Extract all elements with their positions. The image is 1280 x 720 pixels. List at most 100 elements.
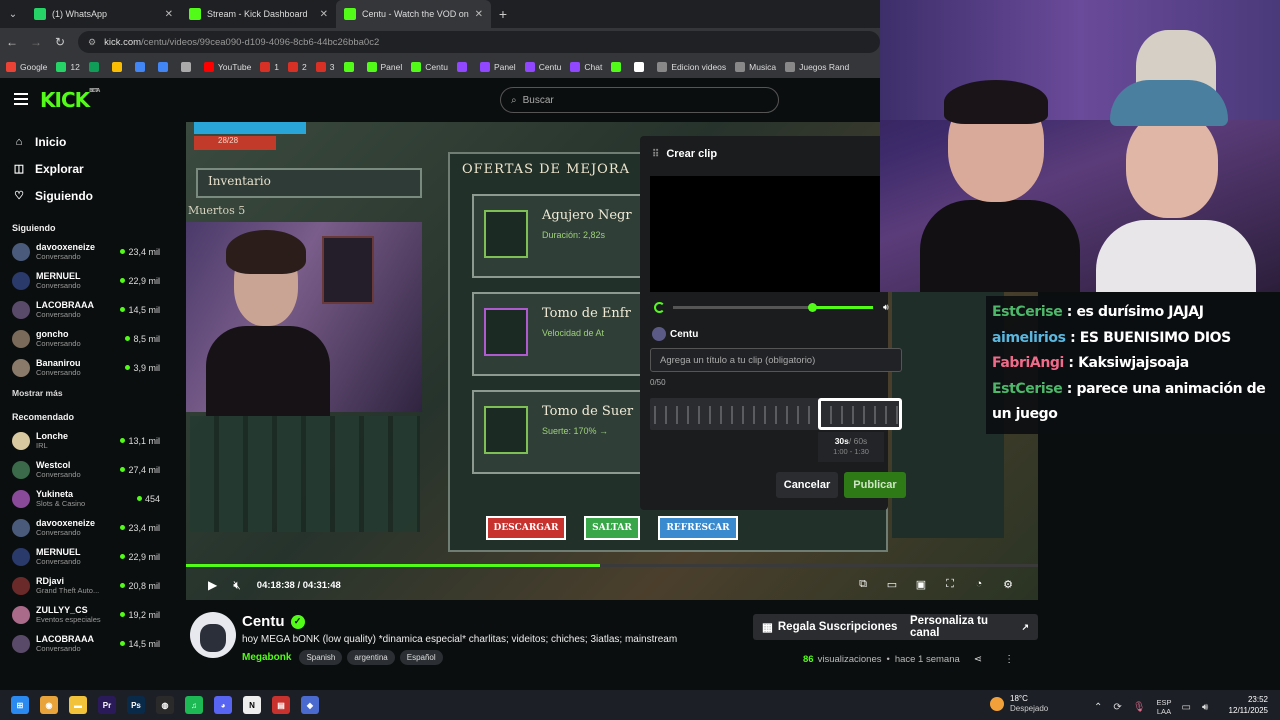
bookmark-item[interactable] <box>456 62 471 72</box>
new-tab-button[interactable]: + <box>491 6 515 22</box>
bookmark-item[interactable]: Chat <box>570 62 602 72</box>
stream-tag[interactable]: Spanish <box>299 650 343 665</box>
language-indicator[interactable]: ESP LAA <box>1156 698 1171 716</box>
bookmark-item[interactable]: Musica <box>735 62 776 72</box>
bookmark-item[interactable] <box>611 62 625 72</box>
video-progress-bar[interactable] <box>186 564 1038 567</box>
bookmark-item[interactable] <box>180 62 195 72</box>
bookmark-item[interactable] <box>343 62 358 72</box>
sidebar-nav-siguiendo[interactable]: ♡ Siguiendo <box>0 182 170 209</box>
premiere-icon[interactable]: Pr <box>98 696 116 714</box>
site-info-icon[interactable]: ⚙ <box>88 37 96 48</box>
gift-subs-button[interactable]: ▦ Regala Suscripciones <box>753 614 907 640</box>
clip-icon[interactable]: ▣ <box>913 578 929 592</box>
spotify-icon[interactable]: ♫ <box>185 696 203 714</box>
stream-tag[interactable]: argentina <box>347 650 395 665</box>
clip-selection-handle[interactable] <box>818 398 902 430</box>
slider-knob[interactable] <box>808 302 817 312</box>
bookmark-item[interactable]: 2 <box>288 62 307 72</box>
bookmark-item[interactable]: Edicion videos <box>657 62 726 72</box>
sidebar-channel[interactable]: MERNUEL Conversando 22,9 mil <box>0 266 170 295</box>
menu-icon[interactable] <box>14 93 28 108</box>
drag-handle-icon[interactable]: ⠿ <box>652 149 659 160</box>
channel-name[interactable]: Centu ✓ <box>242 613 305 630</box>
obs-icon[interactable]: ◍ <box>156 696 174 714</box>
bookmark-item[interactable]: 3 <box>315 62 335 72</box>
sidebar-nav-explorar[interactable]: ◫ Explorar <box>0 155 170 182</box>
back-icon[interactable]: ← <box>0 35 24 49</box>
pip-icon[interactable]: ⧉ <box>855 578 871 592</box>
sidebar-channel[interactable]: Yukineta Slots & Casino 454 <box>0 484 170 513</box>
speaker-icon[interactable]: 🔊︎ <box>1202 702 1208 713</box>
sidebar-channel[interactable]: LACOBRAAA Conversando 14,5 mil <box>0 295 170 324</box>
sidebar-channel[interactable]: RDjavi Grand Theft Auto... 20,8 mil <box>0 571 170 600</box>
notion-icon[interactable]: N <box>243 696 261 714</box>
bookmark-item[interactable]: Panel <box>479 62 516 72</box>
theater-icon[interactable]: ▭ <box>884 578 900 592</box>
file-explorer-icon[interactable]: ▬ <box>69 696 87 714</box>
play-icon[interactable]: ▶ <box>208 578 217 592</box>
clip-modal-header[interactable]: ⠿ Crear clip <box>652 148 717 160</box>
bookmark-item[interactable]: 1 <box>260 62 279 72</box>
fullscreen-icon[interactable]: ⛶ <box>942 578 958 592</box>
bookmark-item[interactable] <box>157 62 172 72</box>
clip-title-input[interactable]: Agrega un título a tu clip (obligatorio) <box>650 348 902 372</box>
bookmark-item[interactable] <box>134 62 149 72</box>
sidebar-channel[interactable]: davooxeneize Conversando 23,4 mil <box>0 237 170 266</box>
bookmark-item[interactable] <box>634 62 648 72</box>
app-red-icon[interactable]: ▤ <box>272 696 290 714</box>
bookmark-item[interactable]: Centu <box>524 62 561 72</box>
discord-icon[interactable]: ◕ <box>214 696 232 714</box>
browser-tab[interactable]: (1) WhatsApp ✕ <box>26 0 181 28</box>
sidebar-channel[interactable]: Bananirou Conversando 3,9 mil <box>0 353 170 382</box>
microphone-icon[interactable]: 🎙︎ <box>1133 702 1146 713</box>
clock[interactable]: 23:52 12/11/2025 <box>1229 694 1268 716</box>
browser-tab[interactable]: Stream - Kick Dashboard ✕ <box>181 0 336 28</box>
weather-widget[interactable]: 18°C Despejado <box>990 694 1048 714</box>
sidebar-channel[interactable]: LACOBRAAA Conversando 14,5 mil <box>0 629 170 658</box>
settings-icon[interactable]: ⚙ <box>1000 578 1016 592</box>
volume-icon[interactable]: 🔊︎ <box>883 302 889 313</box>
bookmark-item[interactable]: Centu <box>411 62 448 72</box>
share-icon[interactable]: ⋖ <box>974 654 982 665</box>
photoshop-icon[interactable]: Ps <box>127 696 145 714</box>
bookmark-item[interactable]: 12 <box>56 62 80 72</box>
mute-icon[interactable]: 🔇︎ <box>233 578 241 593</box>
tab-search-icon[interactable]: ⌄ <box>0 0 26 28</box>
forward-icon[interactable]: → <box>24 35 48 49</box>
bookmark-item[interactable]: Panel <box>366 62 402 72</box>
cancel-button[interactable]: Cancelar <box>776 472 838 498</box>
sidebar-channel[interactable]: ZULLYY_CS Eventos especiales 19,2 mil <box>0 600 170 629</box>
sidebar-channel[interactable]: Lonche IRL 13,1 mil <box>0 426 170 455</box>
kick-logo[interactable]: KICKBETA <box>40 88 100 112</box>
sidebar-channel[interactable]: davooxeneize Conversando 23,4 mil <box>0 513 170 542</box>
tab-close-icon[interactable]: ✕ <box>320 9 328 20</box>
clip-volume-slider[interactable] <box>673 302 873 312</box>
monitor-icon[interactable]: ▭ <box>1182 702 1191 713</box>
clip-timeline[interactable] <box>650 398 902 430</box>
publish-button[interactable]: Publicar <box>844 472 906 498</box>
more-options-icon[interactable]: ⋮ <box>1004 654 1014 665</box>
game-link[interactable]: Megabonk <box>242 652 291 663</box>
show-more-link[interactable]: Mostrar más <box>0 382 170 402</box>
chrome-icon[interactable]: ◉ <box>40 696 58 714</box>
sidebar-nav-inicio[interactable]: ⌂ Inicio <box>0 128 170 155</box>
browser-tab[interactable]: Centu - Watch the VOD on ✕ <box>336 0 491 28</box>
customize-channel-button[interactable]: Personaliza tu canal ↗ <box>901 614 1038 640</box>
sidebar-channel[interactable]: Westcol Conversando 27,4 mil <box>0 455 170 484</box>
bookmark-item[interactable]: Juegos Rand <box>785 62 849 72</box>
tray-chevron-icon[interactable]: ⌃ <box>1094 702 1102 713</box>
sidebar-channel[interactable]: goncho Conversando 8,5 mil <box>0 324 170 353</box>
stream-tag[interactable]: Español <box>399 650 443 665</box>
bookmark-item[interactable] <box>111 62 126 72</box>
bookmark-item[interactable] <box>88 62 103 72</box>
speed-icon[interactable]: ◔ <box>971 578 987 592</box>
bookmark-item[interactable]: Google <box>6 62 47 72</box>
bookmark-item[interactable]: YouTube <box>203 62 251 72</box>
channel-avatar[interactable] <box>190 612 236 658</box>
app-blue-icon[interactable]: ◆ <box>301 696 319 714</box>
search-input[interactable]: ⌕ Buscar <box>500 87 779 113</box>
url-field[interactable]: ⚙ kick.com/centu/videos/99cea090-d109-40… <box>78 31 880 53</box>
tab-close-icon[interactable]: ✕ <box>165 9 173 20</box>
reload-icon[interactable]: ↻ <box>48 35 72 49</box>
